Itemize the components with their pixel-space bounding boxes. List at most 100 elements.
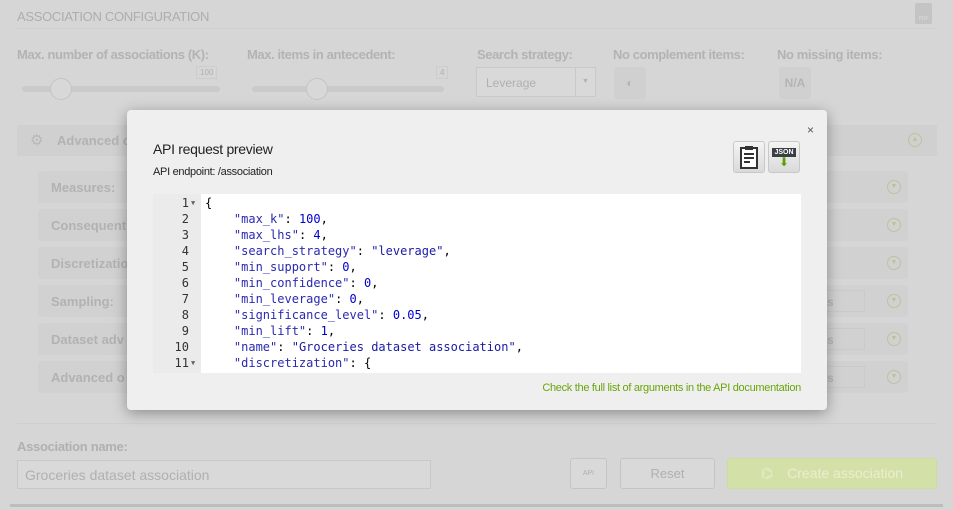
code-line: 2 "max_k": 100, [153, 211, 801, 227]
code-token: : [284, 212, 299, 226]
code-token: , [421, 308, 429, 322]
line-number: 3 [181, 228, 189, 242]
code-token: "leverage" [371, 244, 444, 258]
code-token: 0 [349, 292, 357, 306]
config-row-label: Measures: [51, 180, 116, 195]
fold-arrow-icon[interactable]: ▼ [191, 355, 195, 371]
code-token: : [306, 324, 321, 338]
code-text: "search_strategy": "leverage", [205, 243, 451, 259]
chevron-down-icon[interactable]: ▼ [887, 180, 901, 194]
config-row-label: Advanced o [51, 370, 125, 385]
no-missing-value: N/A [784, 76, 806, 90]
code-token: , [320, 212, 328, 226]
json-download-icon: JSON ⬇ [772, 147, 796, 169]
association-name-label: Association name: [17, 439, 128, 454]
code-token: , [443, 244, 451, 258]
max-k-value: 100 [196, 66, 218, 79]
line-number: 8 [181, 308, 189, 322]
chevron-down-icon[interactable]: ▼ [887, 218, 901, 232]
search-strategy-label: Search strategy: [477, 47, 573, 62]
chevron-up-icon[interactable]: ▲ [908, 133, 922, 147]
chevron-down-icon[interactable]: ▼ [887, 256, 901, 270]
code-token: , [515, 340, 523, 354]
pdf-file-icon[interactable]: PDF [915, 3, 932, 24]
code-token: : [349, 276, 364, 290]
code-token: , [320, 228, 328, 242]
code-token: 4 [313, 228, 321, 242]
reset-button[interactable]: Reset [620, 458, 715, 489]
max-k-label: Max. number of associations (K): [17, 47, 209, 62]
code-token: : [378, 308, 393, 322]
code-token: 1 [320, 324, 328, 338]
api-icon: API [582, 470, 595, 477]
search-strategy-value: Leverage [486, 76, 537, 90]
api-documentation-link[interactable]: Check the full list of arguments in the … [542, 382, 801, 394]
config-row-label: Consequent [51, 218, 127, 233]
no-complement-toggle[interactable]: ◐ [614, 67, 646, 99]
code-text: "significance_level": 0.05, [205, 307, 429, 323]
no-complement-label: No complement items: [613, 47, 745, 62]
association-name-input[interactable]: Groceries dataset association [17, 460, 431, 489]
code-line: 1 ▼ { [153, 195, 801, 211]
code-token: , [327, 324, 336, 338]
code-line: 11 ▼ "discretization": { [153, 355, 801, 371]
search-strategy-select[interactable]: Leverage ▼ [476, 67, 596, 97]
code-text: { [205, 195, 212, 211]
code-token: : [356, 244, 372, 258]
code-token: : [277, 340, 292, 354]
create-association-button[interactable]: ⌬ Create association [727, 458, 937, 489]
advanced-header-label: Advanced c [57, 133, 130, 148]
code-token: "name" [233, 340, 278, 354]
code-text: "min_support": 0, [205, 259, 357, 275]
api-button[interactable]: API [570, 458, 607, 489]
code-line: 7 "min_leverage": 0, [153, 291, 801, 307]
code-line: 9 "min_lift": 1, [153, 323, 801, 339]
download-json-button[interactable]: JSON ⬇ [768, 141, 800, 173]
toggle-icon: ◐ [626, 76, 634, 90]
config-row-label: Sampling: [51, 294, 114, 309]
page-title: ASSOCIATION CONFIGURATION [17, 9, 210, 24]
no-missing-toggle[interactable]: N/A [779, 67, 811, 99]
line-number: 6 [181, 276, 189, 290]
code-token: 100 [298, 212, 321, 226]
line-number: 9 [181, 324, 189, 338]
no-missing-label: No missing items: [777, 47, 883, 62]
code-text: "discretization": { [205, 355, 371, 371]
code-token: : [327, 260, 343, 274]
chevron-down-icon[interactable]: ▼ [887, 294, 901, 308]
code-text: "min_confidence": 0, [205, 275, 379, 291]
code-editor[interactable]: 1 ▼{2 "max_k": 100, 3 "max_lhs": 4, 4 "sear… [153, 194, 801, 373]
divider [17, 423, 936, 424]
max-lhs-slider[interactable] [252, 86, 444, 92]
fold-arrow-icon[interactable]: ▼ [191, 195, 195, 211]
modal-title: API request preview [153, 141, 273, 157]
code-token: , [356, 292, 364, 306]
max-k-slider-handle[interactable] [50, 78, 72, 100]
line-number: 5 [181, 260, 189, 274]
close-icon[interactable]: × [807, 123, 814, 137]
code-token: : { [349, 356, 372, 370]
config-row-label: Discretizatio [51, 256, 129, 271]
code-token: "max_lhs" [233, 228, 299, 242]
api-endpoint: API endpoint: /association [153, 166, 273, 178]
max-lhs-slider-handle[interactable] [306, 78, 328, 100]
gears-icon: ⚙ [30, 132, 44, 149]
code-token: "min_confidence" [233, 276, 350, 290]
code-line: 8 "significance_level": 0.05, [153, 307, 801, 323]
chevron-down-icon[interactable]: ▼ [887, 370, 901, 384]
chevron-down-icon[interactable]: ▼ [887, 332, 901, 346]
code-token: "min_lift" [233, 324, 307, 338]
copy-to-clipboard-button[interactable] [733, 141, 765, 173]
code-token: "significance_level" [233, 308, 379, 322]
code-token: "min_leverage" [233, 292, 336, 306]
code-token: { [205, 196, 213, 210]
code-text: "min_lift": 1, [205, 323, 335, 339]
